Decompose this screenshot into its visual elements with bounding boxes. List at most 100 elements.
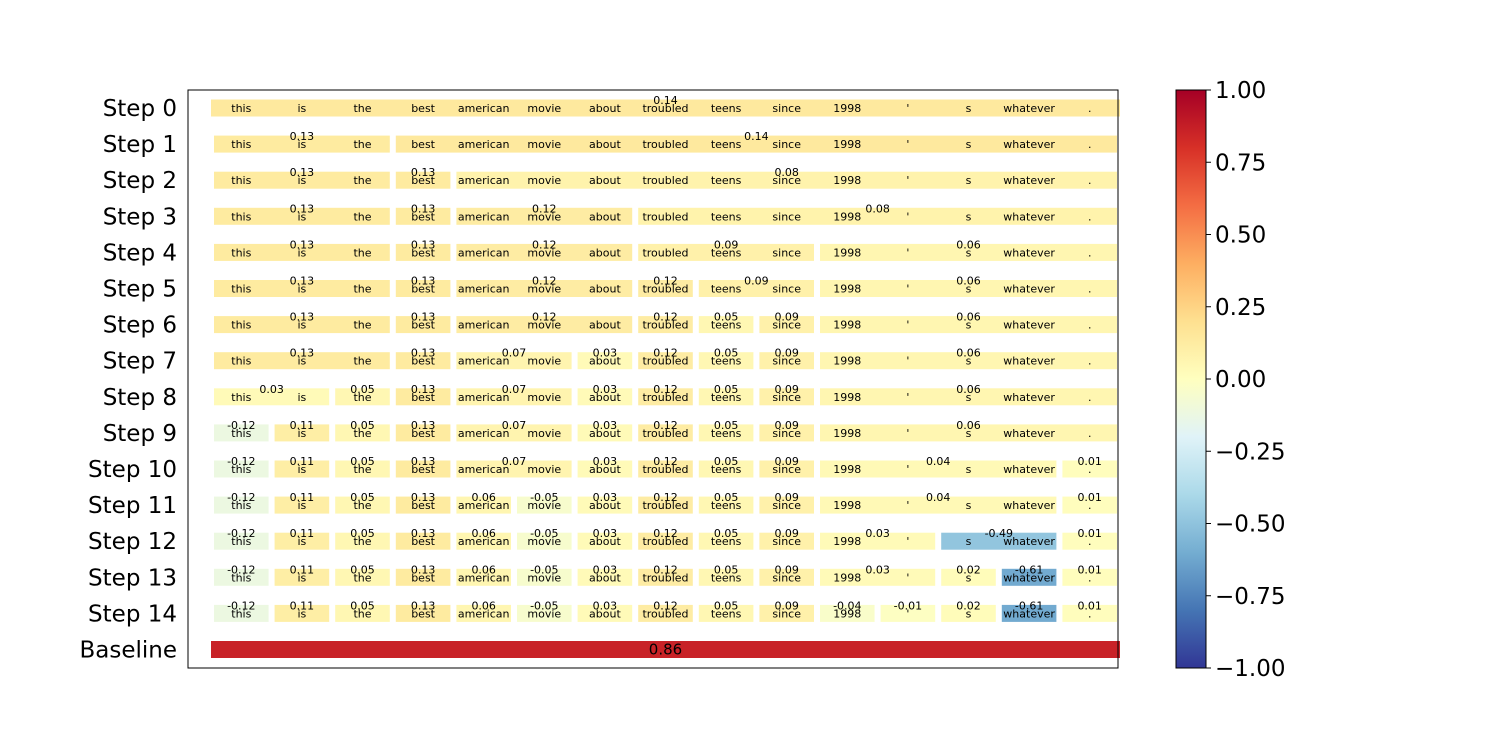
row-label: Step 5: [103, 277, 177, 303]
token-label: s: [966, 102, 972, 115]
segment-value-label: 0.05: [714, 311, 739, 324]
token-label: .: [1088, 138, 1092, 151]
token-label: teens: [711, 283, 742, 296]
token-label: ': [906, 571, 909, 584]
segment-value-label: 0.13: [290, 275, 315, 288]
segment-value-label: 0.13: [411, 202, 436, 215]
token-label: about: [589, 174, 621, 187]
segment-value-label: 0.09: [774, 383, 799, 396]
segment-value-label: 0.06: [956, 347, 981, 360]
segment-value-label: 0.08: [865, 202, 890, 215]
token-label: this: [231, 246, 251, 259]
segment-value-label: 0.05: [714, 455, 739, 468]
segment-value-label: 0.11: [290, 455, 315, 468]
token-label: ': [906, 427, 909, 440]
token-label: the: [353, 210, 371, 223]
token-label: movie: [527, 138, 561, 151]
token-label: troubled: [642, 174, 688, 187]
token-label: since: [772, 138, 801, 151]
segment-value-label: 0.05: [714, 419, 739, 432]
token-label: s: [966, 463, 972, 476]
token-label: american: [458, 246, 510, 259]
token-label: ': [906, 246, 909, 259]
token-label: ': [906, 391, 909, 404]
token-label: whatever: [1003, 355, 1055, 368]
segment-value-label: 0.12: [653, 311, 678, 324]
token-label: about: [589, 283, 621, 296]
colorbar-tick-label: 0.50: [1215, 223, 1266, 249]
token-label: american: [458, 138, 510, 151]
token-label: american: [458, 283, 510, 296]
token-label: since: [772, 210, 801, 223]
row-label: Step 6: [103, 313, 177, 339]
token-label: 1998: [833, 138, 861, 151]
segment-value-label: 0.01: [1077, 455, 1102, 468]
segment-value-label: 0.13: [290, 202, 315, 215]
token-label: whatever: [1003, 499, 1055, 512]
segment-value-label: 0.04: [926, 491, 951, 504]
row-label: Step 4: [103, 240, 177, 266]
segment-value-label: 0.06: [956, 238, 981, 251]
token-label: ': [906, 355, 909, 368]
token-label: about: [589, 138, 621, 151]
token-label: .: [1088, 355, 1092, 368]
token-label: whatever: [1003, 463, 1055, 476]
segment-value-label: 0.05: [350, 527, 375, 540]
segment-value-label: 0.09: [774, 311, 799, 324]
token-label: american: [458, 174, 510, 187]
token-label: whatever: [1003, 427, 1055, 440]
token-label: best: [411, 102, 435, 115]
heatmap-row: this is the best american movie about troubled t…: [214, 599, 1117, 622]
segment-value-label: 0.07: [502, 419, 527, 432]
segment-value-label: 0.13: [411, 311, 436, 324]
segment-value-label: 0.02: [956, 599, 981, 612]
token-label: is: [298, 102, 307, 115]
token-label: .: [1088, 391, 1092, 404]
colorbar-tick-label: −1.00: [1215, 656, 1285, 682]
token-label: ': [906, 499, 909, 512]
segment-value-label: 0.05: [350, 491, 375, 504]
segment-value-label: 0.07: [502, 347, 527, 360]
token-label: about: [589, 210, 621, 223]
segment-value-label: 0.09: [774, 527, 799, 540]
token-label: movie: [527, 102, 561, 115]
row-label: Step 12: [88, 529, 177, 555]
colorbar-tick-label: −0.25: [1215, 439, 1285, 465]
token-label: movie: [527, 355, 561, 368]
segment-value-label: 0.11: [290, 527, 315, 540]
token-label: whatever: [1003, 283, 1055, 296]
token-label: this: [231, 138, 251, 151]
token-label: whatever: [1003, 391, 1055, 404]
row-label: Step 1: [103, 132, 177, 158]
heatmap-row: 0.86: [211, 641, 1120, 659]
row-label: Step 0: [103, 96, 177, 122]
token-label: since: [772, 283, 801, 296]
row-label: Step 2: [103, 168, 177, 194]
segment-value-label: 0.05: [714, 491, 739, 504]
segment-value-label: -0.01: [894, 599, 922, 612]
row-label: Step 7: [103, 349, 177, 375]
segment-value-label: 0.13: [411, 166, 436, 179]
segment-value-label: 0.14: [744, 130, 769, 143]
token-label: this: [231, 391, 251, 404]
segment-value-label: 0.06: [471, 491, 496, 504]
segment-value-label: 0.12: [653, 347, 678, 360]
token-label: about: [589, 319, 621, 332]
token-label: s: [966, 499, 972, 512]
segment-value-label: 0.05: [714, 527, 739, 540]
row-label: Step 8: [103, 385, 177, 411]
token-label: movie: [527, 174, 561, 187]
token-label: this: [231, 174, 251, 187]
colorbar-tick-label: −0.75: [1215, 584, 1285, 610]
token-label: teens: [711, 102, 742, 115]
segment-value-label: -0.61: [1015, 563, 1043, 576]
heatmap-row: this is the best american movie about troubled t…: [214, 275, 1117, 297]
token-label: whatever: [1003, 102, 1055, 115]
segment-value-label: 0.03: [593, 527, 618, 540]
segment-value-label: -0.05: [530, 599, 558, 612]
segment-value-label: 0.13: [411, 238, 436, 251]
token-label: s: [966, 210, 972, 223]
row-label: Baseline: [79, 638, 177, 664]
token-label: american: [458, 210, 510, 223]
heatmap-row: this is the best american movie about troubled t…: [214, 311, 1117, 334]
